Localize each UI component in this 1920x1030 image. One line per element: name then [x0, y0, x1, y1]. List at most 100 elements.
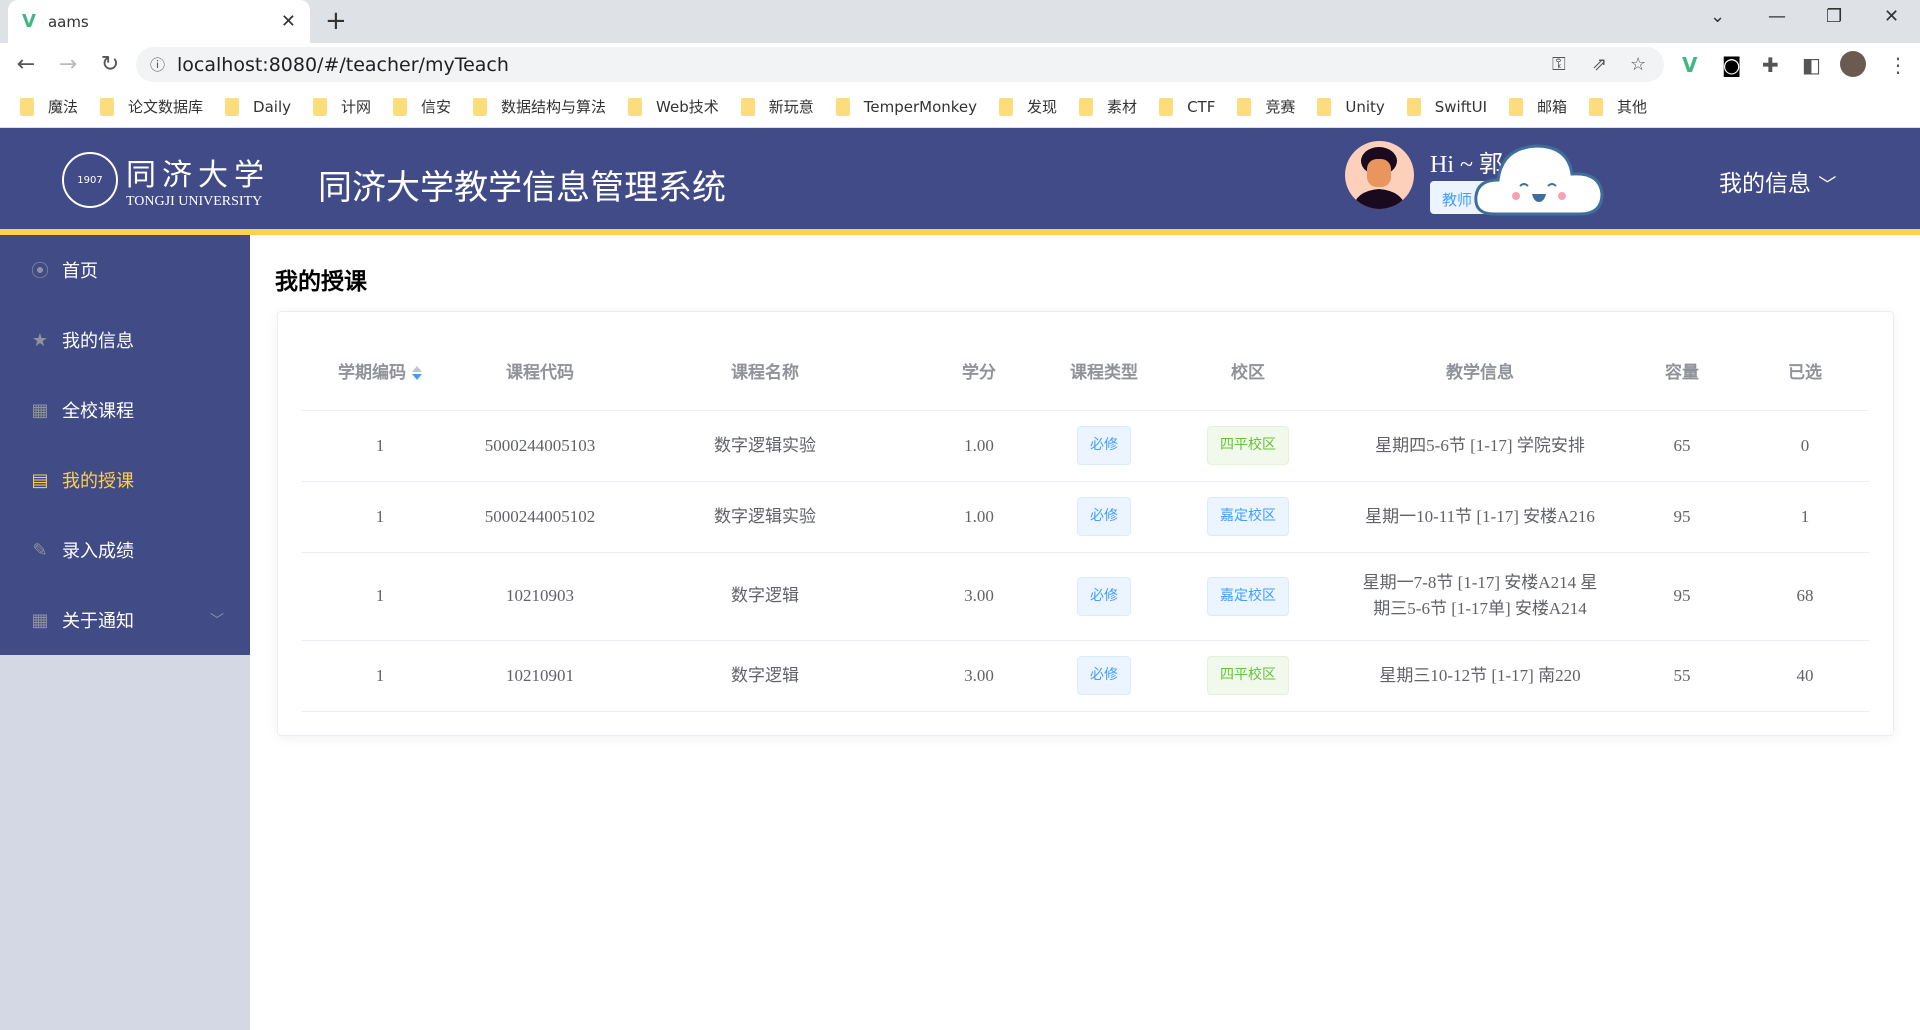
system-title: 同济大学教学信息管理系统 [318, 168, 726, 208]
calendar-icon: ▤ [31, 469, 49, 491]
bookmark-label: 新玩意 [768, 98, 814, 116]
bookmark-item[interactable]: TemperMonkey [835, 97, 977, 116]
bookmark-item[interactable]: SwiftUI [1406, 97, 1487, 116]
bookmark-item[interactable]: 其他 [1589, 96, 1647, 117]
bookmark-item[interactable]: 魔法 [20, 96, 78, 117]
grid-icon: ▦ [31, 609, 49, 631]
course-type-tag: 必修 [1077, 497, 1131, 536]
sidebar: ⦿ 首页 ★ 我的信息 ▦ 全校课程 ▤ 我的授课 ✎ 录入成绩 ▦ 关于通知 ﹀ [0, 235, 250, 1030]
table-cell: 数字逻辑实验 [621, 410, 909, 482]
bookmark-label: 数据结构与算法 [501, 98, 607, 116]
column-header-label: 容量 [1665, 363, 1699, 384]
folder-icon [1317, 97, 1332, 116]
table-cell: 68 [1741, 552, 1869, 641]
table-cell: 嘉定校区 [1159, 552, 1337, 641]
column-header: 课程名称 [621, 332, 909, 411]
sidebar-item[interactable]: ⦿ 首页 [0, 235, 250, 305]
bookmark-label: Web技术 [656, 98, 719, 116]
bookmark-item[interactable]: 素材 [1079, 96, 1137, 117]
star-icon: ★ [31, 329, 49, 351]
table-cell: 3.00 [909, 552, 1049, 641]
table-cell: 3.00 [909, 640, 1049, 712]
close-window-button[interactable]: ✕ [1884, 6, 1899, 27]
table-cell: 0 [1741, 410, 1869, 482]
table-cell: 1 [301, 640, 459, 712]
bookmark-item[interactable]: 论文数据库 [100, 96, 203, 117]
close-tab-icon[interactable]: ✕ [281, 11, 296, 32]
bookmark-item[interactable]: CTF [1159, 97, 1215, 116]
browser-tab[interactable]: V aams ✕ [8, 0, 310, 43]
tampermonkey-icon[interactable]: ◙ [1722, 53, 1741, 77]
menu-dots-icon[interactable]: ⋮ [1888, 53, 1908, 77]
bookmark-item[interactable]: 新玩意 [740, 96, 814, 117]
bookmark-item[interactable]: Daily [225, 97, 291, 116]
bookmark-label: 竞赛 [1265, 98, 1296, 116]
bookmark-label: 论文数据库 [128, 98, 204, 116]
sort-icon[interactable] [412, 366, 422, 381]
bookmark-item[interactable]: Web技术 [628, 96, 719, 117]
folder-icon [313, 97, 327, 116]
bookmark-item[interactable]: 计网 [313, 96, 371, 117]
sidebar-item-label: 录入成绩 [62, 541, 134, 562]
back-icon[interactable]: ← [10, 52, 42, 77]
table-cell: 数字逻辑 [621, 640, 909, 712]
table-cell: 1 [301, 481, 459, 553]
bookmark-star-icon[interactable]: ☆ [1630, 54, 1646, 75]
table-row: 1 5000244005103 数字逻辑实验 1.00 必修 四平校区 星期四5-6节 [1… [301, 410, 1869, 482]
chevron-down-icon: ﹀ [1818, 175, 1837, 196]
bookmark-item[interactable]: 邮箱 [1509, 96, 1567, 117]
sidebar-item[interactable]: ▦ 关于通知 ﹀ [0, 585, 250, 655]
folder-icon [1079, 97, 1094, 116]
address-bar[interactable]: ⓘ localhost:8080/#/teacher/myTeach ⚿ ⇗ ☆ [136, 47, 1664, 82]
column-header-label: 学期编码 [338, 363, 406, 384]
table-cell: 10210901 [459, 640, 621, 712]
side-panel-icon[interactable]: ◧ [1802, 53, 1821, 77]
url-text[interactable]: localhost:8080/#/teacher/myTeach [177, 54, 509, 76]
table-cell: 5000244005102 [459, 481, 621, 553]
table-cell: 40 [1741, 640, 1869, 712]
tab-search-icon[interactable]: ⌄ [1710, 6, 1725, 27]
share-icon[interactable]: ⇗ [1592, 54, 1607, 75]
table-cell: 1 [301, 410, 459, 482]
tongji-logo: 1907 同济大学 TONGJI UNIVERSITY [62, 150, 270, 210]
sidebar-item[interactable]: ★ 我的信息 [0, 305, 250, 375]
vue-logo-icon: V [22, 11, 36, 32]
sidebar-item[interactable]: ▤ 我的授课 [0, 445, 250, 515]
sidebar-item[interactable]: ✎ 录入成绩 [0, 515, 250, 585]
key-icon[interactable]: ⚿ [1552, 54, 1566, 75]
column-header[interactable]: 学期编码 [301, 332, 459, 411]
profile-avatar[interactable] [1840, 51, 1866, 77]
table-cell: 1.00 [909, 410, 1049, 482]
table-cell: 数字逻辑实验 [621, 481, 909, 553]
table-row: 1 5000244005102 数字逻辑实验 1.00 必修 嘉定校区 星期一10-11节 … [301, 481, 1869, 553]
bookmark-label: 其他 [1617, 98, 1648, 116]
vue-devtools-icon[interactable]: V [1682, 53, 1697, 77]
bookmark-item[interactable]: 信安 [393, 96, 451, 117]
table-cell: 5000244005103 [459, 410, 621, 482]
bookmark-item[interactable]: 竞赛 [1237, 96, 1295, 117]
my-info-dropdown[interactable]: 我的信息 ﹀ [1719, 164, 1836, 198]
bookmarks-bar: 魔法 论文数据库 Daily 计网 信安 数据结构与算法 Web技术 新玩意 TemperMon… [0, 86, 1920, 128]
minimize-button[interactable]: — [1768, 6, 1786, 27]
column-header-label: 校区 [1231, 363, 1265, 384]
bookmark-label: 素材 [1107, 98, 1138, 116]
sidebar-menu: ⦿ 首页 ★ 我的信息 ▦ 全校课程 ▤ 我的授课 ✎ 录入成绩 ▦ 关于通知 ﹀ [0, 235, 250, 655]
table-cell: 星期三10-12节 [1-17] 南220 [1337, 640, 1623, 712]
bookmark-item[interactable]: Unity [1317, 97, 1385, 116]
campus-tag: 四平校区 [1207, 426, 1289, 465]
folder-icon [100, 97, 115, 116]
reload-icon[interactable]: ↻ [94, 52, 126, 77]
bookmark-label: Unity [1345, 97, 1385, 116]
new-tab-button[interactable]: + [325, 6, 347, 36]
info-icon[interactable]: ⓘ [150, 54, 165, 75]
bookmark-item[interactable]: 数据结构与算法 [473, 96, 606, 117]
forward-icon[interactable]: → [52, 52, 84, 77]
sidebar-item[interactable]: ▦ 全校课程 [0, 375, 250, 445]
extensions-icon[interactable]: ✚ [1762, 53, 1779, 77]
column-header-label: 教学信息 [1446, 363, 1514, 384]
restore-button[interactable]: ❐ [1826, 6, 1842, 27]
bookmark-item[interactable]: 发现 [999, 96, 1057, 117]
course-type-tag: 必修 [1077, 656, 1131, 695]
table-cell: 95 [1623, 481, 1741, 553]
column-header-label: 学分 [962, 363, 996, 384]
